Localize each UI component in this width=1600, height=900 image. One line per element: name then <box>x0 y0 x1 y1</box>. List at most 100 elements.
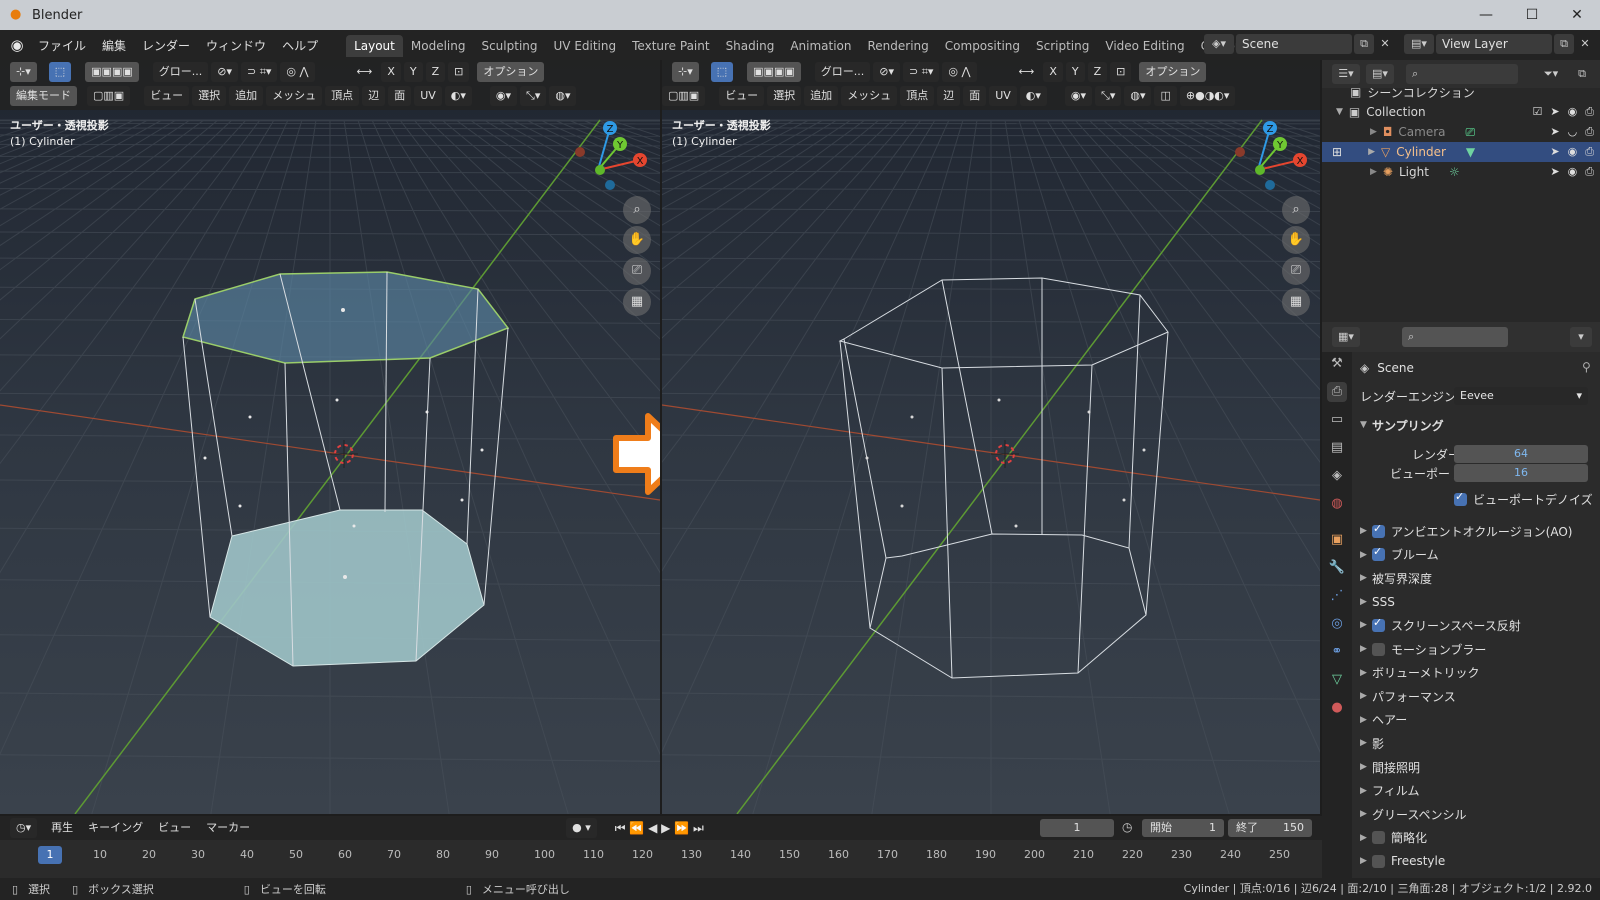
marker-menu[interactable]: マーカー <box>200 818 256 838</box>
timeline-ruler[interactable]: 1 10 20 30 40 50 60 70 80 90 100 110 120 130 140 150 16… <box>0 840 1322 878</box>
panel-checkbox[interactable] <box>1372 522 1385 538</box>
zoom-icon[interactable]: ⌕ <box>623 196 651 224</box>
menu-item-2[interactable]: レンダー <box>134 37 198 54</box>
tool-tab-icon[interactable]: ⚒ <box>1327 354 1347 374</box>
mirror-icon[interactable]: ⟷ <box>1013 62 1041 82</box>
modifier-tab-icon[interactable]: 🔧 <box>1327 558 1347 578</box>
workspace-tab-1[interactable]: Modeling <box>403 35 474 57</box>
material-tab-icon[interactable]: ● <box>1327 698 1347 718</box>
expand-icon[interactable]: ▶ <box>1360 620 1372 630</box>
viewport-menu-0[interactable]: ビュー <box>144 86 190 106</box>
delete-scene-icon[interactable]: ✕ <box>1376 34 1394 54</box>
viewport-menu-7[interactable]: UV <box>414 86 442 106</box>
scene-selector-icon[interactable]: ◈▾ <box>1204 34 1234 54</box>
eye-icon[interactable]: ◉ <box>1568 145 1578 159</box>
viewport-right[interactable]: Z X Y ⊹▾ ⬚ ▣▣▣▣ グロー... ⊘▾ ⊃ ⌗▾ ◎ ⋀ ⟷ X Y… <box>662 60 1320 814</box>
light-toggles[interactable]: ➤ ◉ ⎙ <box>1550 165 1594 179</box>
render-panel-3[interactable]: ▶ SSS <box>1360 592 1395 612</box>
viewport-menu-7[interactable]: UV <box>989 86 1017 106</box>
perspective-grid-icon[interactable]: ▦ <box>1282 288 1310 316</box>
viewport-menu-1[interactable]: 選択 <box>192 86 227 106</box>
viewport-menu-4[interactable]: 頂点 <box>325 86 360 106</box>
expand-icon[interactable]: ▶ <box>1360 573 1372 583</box>
output-tab-icon[interactable]: ▭ <box>1327 410 1347 430</box>
close-button[interactable]: ✕ <box>1554 0 1600 30</box>
proportional-icon[interactable]: ◎ ⋀ <box>280 62 315 82</box>
new-view-layer-icon[interactable]: ⧉ <box>1554 34 1574 54</box>
particles-tab-icon[interactable]: ⋰ <box>1327 586 1347 606</box>
outliner-item-light[interactable]: ▶ ✺ Light ☼ ➤ ◉ ⎙ <box>1322 162 1600 182</box>
render-camera-icon[interactable]: ⎙ <box>1585 125 1594 139</box>
expand-icon[interactable]: ▼ <box>1360 420 1372 430</box>
outliner-scene-collection[interactable]: ▣ シーンコレクション <box>1322 82 1600 102</box>
expand-icon[interactable]: ▶ <box>1360 856 1372 866</box>
select-tool-icon[interactable]: ⬚ <box>48 62 72 82</box>
render-panel-0[interactable]: ▶ アンビエントオクルージョン(AO) <box>1360 521 1573 541</box>
expand-icon[interactable]: ▶ <box>1368 147 1375 157</box>
delete-view-layer-icon[interactable]: ✕ <box>1576 34 1594 54</box>
panel-checkbox[interactable] <box>1372 642 1385 656</box>
overlay-toggle-icon[interactable]: ◍▾ <box>549 86 577 106</box>
render-panel-12[interactable]: ▶ グリースペンシル <box>1360 804 1467 824</box>
editor-type-icon[interactable]: ⊹▾ <box>10 62 37 82</box>
uv-sync-icon[interactable]: ◐▾ <box>1019 86 1047 106</box>
properties-search-input[interactable]: ⌕ <box>1402 327 1508 347</box>
outliner-collection-row[interactable]: ▼ ▣ Collection ☑ ➤ ◉ ⎙ <box>1322 102 1600 122</box>
workspace-tab-6[interactable]: Animation <box>782 35 859 57</box>
workspace-tab-8[interactable]: Compositing <box>937 35 1028 57</box>
expand-icon[interactable]: ▶ <box>1370 167 1377 177</box>
playhead[interactable]: 1 <box>38 846 62 864</box>
playback-controls-icons[interactable]: ⏮ ⏪ ◀ ▶ ⏩ ⏭ <box>609 818 710 838</box>
select-arrow-icon[interactable]: ➤ <box>1550 105 1559 119</box>
constraints-tab-icon[interactable]: ⚭ <box>1327 642 1347 662</box>
panel-checkbox[interactable] <box>1372 831 1385 845</box>
expand-icon[interactable]: ▶ <box>1360 762 1372 772</box>
shading-modes-icons[interactable]: ⊕●◑◐▾ <box>1179 86 1236 106</box>
render-panel-4[interactable]: ▶ スクリーンスペース反射 <box>1360 615 1521 635</box>
scene-tab-icon[interactable]: ◈ <box>1327 466 1347 486</box>
render-panel-7[interactable]: ▶ パフォーマンス <box>1360 686 1456 706</box>
viewport-menu-5[interactable]: 辺 <box>362 86 386 106</box>
viewport-menu-6[interactable]: 面 <box>963 86 987 106</box>
eye-hidden-icon[interactable]: ◡ <box>1568 125 1578 139</box>
visibility-icon[interactable]: ◉▾ <box>489 86 518 106</box>
menu-item-4[interactable]: ヘルプ <box>274 37 326 54</box>
uv-sync-icon[interactable]: ◐▾ <box>444 86 472 106</box>
sampling-panel-header[interactable]: ▼ サンプリング <box>1360 415 1444 435</box>
overlay-toggle-icon[interactable]: ◍▾ <box>1124 86 1152 106</box>
properties-editor-icon[interactable]: ▦▾ <box>1332 327 1360 347</box>
display-mode-icon[interactable]: ▤▾ <box>1366 64 1394 84</box>
render-panel-8[interactable]: ▶ ヘアー <box>1360 710 1407 730</box>
minimize-button[interactable]: — <box>1463 0 1509 30</box>
viewport-left[interactable]: Z X Y ⊹▾ ⬚ ▣▣▣▣ グロー... ⊘▾ ⊃ ⌗▾ ◎ ⋀ ⟷ X Y… <box>0 60 660 814</box>
proportional-icon[interactable]: ◎ ⋀ <box>942 62 977 82</box>
expand-icon[interactable]: ▶ <box>1360 786 1372 796</box>
edit-mode-icon[interactable]: ⊞ <box>1332 145 1342 159</box>
mirror-icon[interactable]: ⟷ <box>351 62 379 82</box>
cylinder-toggles[interactable]: ➤ ◉ ⎙ <box>1550 145 1594 159</box>
physics-tab-icon[interactable]: ◎ <box>1327 614 1347 634</box>
viewport-menu-0[interactable]: ビュー <box>719 86 765 106</box>
render-engine-dropdown[interactable]: Eevee ▾ <box>1454 387 1588 405</box>
properties-options-icon[interactable]: ▾ <box>1570 327 1592 347</box>
viewport-menu-5[interactable]: 辺 <box>937 86 961 106</box>
render-panel-6[interactable]: ▶ ボリューメトリック <box>1360 663 1480 683</box>
workspace-tab-2[interactable]: Sculpting <box>473 35 545 57</box>
transform-orientation-dropdown[interactable]: グロー... <box>152 62 209 82</box>
select-arrow-icon[interactable]: ➤ <box>1550 145 1559 159</box>
outliner-item-camera[interactable]: ▶ ◘ Camera ⎚ ➤ ◡ ⎙ <box>1322 122 1600 142</box>
expand-icon[interactable]: ▶ <box>1360 644 1372 654</box>
expand-icon[interactable]: ▶ <box>1360 715 1372 725</box>
workspace-tab-3[interactable]: UV Editing <box>546 35 625 57</box>
playback-menu[interactable]: 再生 <box>45 818 79 838</box>
current-frame-field[interactable]: 1 <box>1040 819 1114 837</box>
record-icon[interactable]: ● ▾ <box>566 818 597 838</box>
perspective-grid-icon[interactable]: ▦ <box>623 288 651 316</box>
panel-checkbox[interactable] <box>1372 854 1385 868</box>
select-mode-icons[interactable]: ▣▣▣▣ <box>747 62 801 82</box>
keying-menu[interactable]: キーイング <box>82 818 149 838</box>
viewport-menu-3[interactable]: メッシュ <box>841 86 898 106</box>
expand-icon[interactable]: ▶ <box>1360 833 1372 843</box>
select-mode-icons[interactable]: ▣▣▣▣ <box>85 62 139 82</box>
mirror-y-toggle[interactable]: Y <box>403 62 423 82</box>
